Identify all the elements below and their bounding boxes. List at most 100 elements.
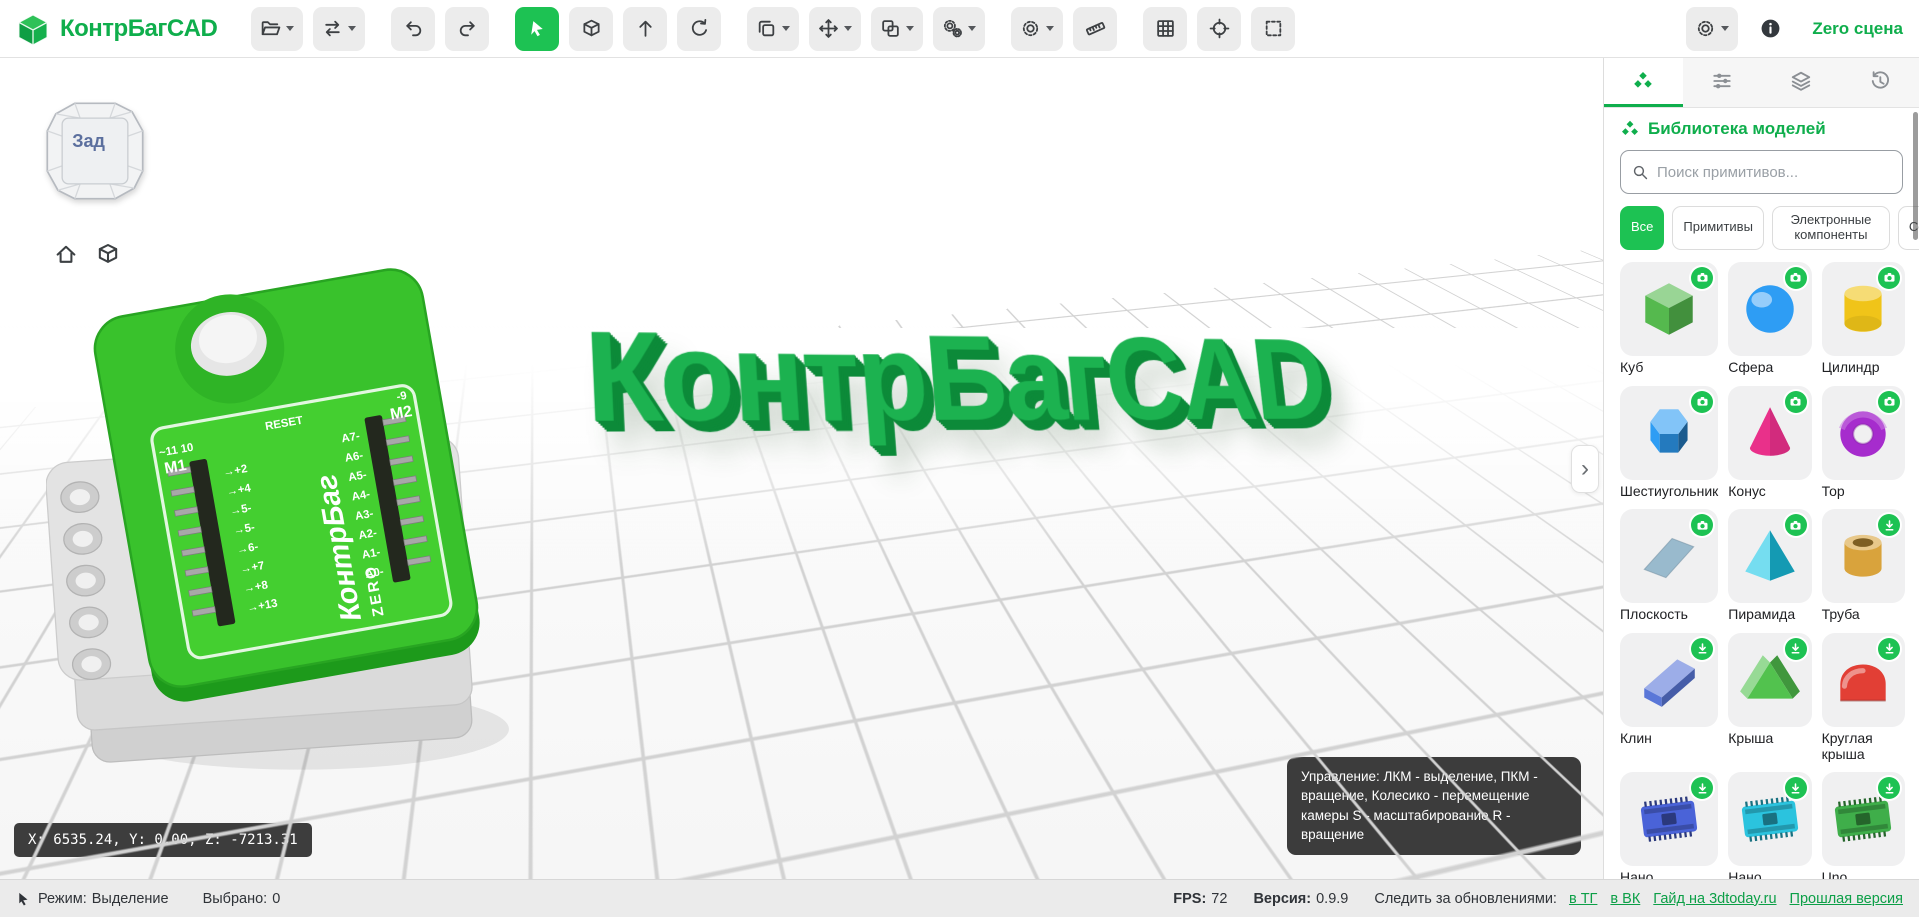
duplicate-button[interactable] [747, 6, 800, 51]
tab-model-library[interactable] [1604, 58, 1683, 107]
model-label: Куб [1620, 358, 1644, 375]
undo-icon [406, 21, 421, 37]
model-badge[interactable] [1878, 390, 1900, 413]
redo-icon [459, 21, 475, 37]
model-badge[interactable] [1878, 266, 1900, 289]
scene-3d-text[interactable]: КонтрБагCAD [582, 305, 1331, 449]
scene-settings-button[interactable] [1686, 6, 1739, 51]
model-label: Шестиугольник [1620, 482, 1719, 499]
model-library-sidebar: Библиотека моделей ВсеПримитивыЭлектронн… [1603, 58, 1919, 879]
model-card-10[interactable]: Клин [1620, 632, 1719, 762]
group-icon [882, 20, 900, 37]
gear-icon [1698, 20, 1714, 37]
duplicate-icon [759, 20, 775, 37]
center-view-button[interactable] [1197, 6, 1242, 51]
board-shape [1641, 796, 1698, 842]
camera-badge-icon [1790, 520, 1801, 530]
version-text: Версия: 0.9.9 [1253, 890, 1349, 907]
view-cube[interactable]: Зад [42, 98, 148, 204]
sidebar-scrollbar[interactable] [1913, 112, 1918, 240]
model-badge[interactable] [1691, 637, 1714, 660]
model-badge[interactable] [1691, 266, 1714, 289]
pull-tool-button[interactable] [623, 6, 668, 51]
model-card-5[interactable]: Конус [1728, 385, 1812, 500]
app-window: КонтрБагCAD Zero сцена Зад ~11 10 M1 RES… [0, 0, 1919, 917]
model-card-11[interactable]: Крыша [1728, 632, 1812, 762]
model-badge[interactable] [1878, 637, 1900, 660]
status-links: в ТГ в ВК Гайд на 3dtoday.ru Прошлая версия [1569, 891, 1903, 907]
model-badge[interactable] [1784, 777, 1807, 800]
settings-button[interactable] [1011, 6, 1064, 51]
caret-down-icon [782, 26, 791, 31]
model-card-14[interactable]: Нано [1728, 772, 1812, 879]
selected-count: Выбрано: 0 [202, 890, 281, 907]
undo-button[interactable] [391, 6, 436, 51]
status-link-4[interactable]: Прошлая версия [1790, 891, 1903, 907]
caret-down-icon [1721, 26, 1730, 31]
tab-properties[interactable] [1683, 58, 1762, 107]
board-m2-pins-label: -9 [396, 390, 408, 404]
model-badge[interactable] [1784, 637, 1807, 660]
model-card-6[interactable]: Тор [1821, 385, 1905, 500]
ruler-button[interactable] [1073, 6, 1118, 51]
search-input[interactable] [1657, 163, 1891, 181]
model-label: Труба [1821, 606, 1860, 623]
marquee-select-button[interactable] [1251, 6, 1296, 51]
info-button[interactable] [1748, 7, 1792, 51]
model-card-2[interactable]: Сфера [1728, 261, 1812, 376]
wedge-shape [1644, 659, 1695, 707]
model-card-4[interactable]: Шестиугольник [1620, 385, 1719, 500]
model-badge[interactable] [1784, 514, 1807, 537]
caret-down-icon [968, 26, 977, 31]
model-label: Цилиндр [1821, 358, 1880, 375]
filter-chip-1[interactable]: Все [1620, 206, 1665, 250]
model-card-13[interactable]: Нано [1620, 772, 1719, 879]
cursor-icon [19, 892, 28, 906]
tab-history[interactable] [1840, 58, 1919, 107]
models-icon [1634, 71, 1653, 88]
arrow-up-icon [639, 20, 652, 37]
status-link-1[interactable]: в ТГ [1569, 891, 1597, 907]
viewport-3d[interactable]: Зад ~11 10 M1 RESET -9 M2 →+2 →+4 →5- →5… [0, 58, 1603, 879]
group-button[interactable] [871, 6, 924, 51]
model-badge[interactable] [1691, 390, 1714, 413]
redo-button[interactable] [445, 6, 490, 51]
modifiers-button[interactable] [933, 6, 986, 51]
cursor-coordinates: X: 6535.24, Y: 0.00, Z: -7213.31 [14, 823, 312, 857]
open-project-button[interactable] [251, 6, 304, 51]
camera-badge-icon [1883, 273, 1895, 282]
model-card-12[interactable]: Круглая крыша [1821, 632, 1905, 762]
library-title: Библиотека моделей [1648, 119, 1826, 138]
download-badge-icon [1885, 782, 1893, 794]
history-icon [1871, 71, 1889, 89]
collapse-sidebar-button[interactable]: › [1571, 444, 1599, 493]
model-label: Нано [1728, 869, 1762, 879]
top-toolbar: КонтрБагCAD Zero сцена [0, 0, 1919, 58]
model-card-9[interactable]: Труба [1821, 509, 1905, 623]
model-badge[interactable] [1784, 390, 1807, 413]
rotate-tool-button[interactable] [677, 6, 722, 51]
controller-board-model[interactable]: ~11 10 M1 RESET -9 M2 →+2→+4→5-→5-→6-→+7… [46, 216, 528, 788]
box-tool-button[interactable] [569, 6, 614, 51]
model-badge[interactable] [1784, 266, 1807, 289]
model-label: Тор [1821, 482, 1845, 499]
status-link-2[interactable]: в ВК [1610, 891, 1640, 907]
tab-layers[interactable] [1762, 58, 1841, 107]
model-card-7[interactable]: Плоскость [1620, 509, 1719, 623]
view-cube-face-label: Зад [72, 131, 105, 151]
select-tool-button[interactable] [515, 6, 560, 51]
model-label: Конус [1728, 482, 1766, 499]
model-label: Нано [1620, 869, 1654, 879]
model-card-1[interactable]: Куб [1620, 261, 1719, 376]
download-badge-icon [1791, 782, 1800, 794]
camera-badge-icon [1697, 520, 1708, 530]
move-button[interactable] [809, 6, 862, 51]
import-export-button[interactable] [313, 6, 366, 51]
filter-chip-2[interactable]: Примитивы [1672, 206, 1764, 250]
model-card-15[interactable]: Uno [1821, 772, 1905, 879]
model-card-8[interactable]: Пирамида [1728, 509, 1812, 623]
filter-chip-3[interactable]: Электронные компоненты [1771, 206, 1890, 250]
toggle-grid-button[interactable] [1143, 6, 1188, 51]
model-card-3[interactable]: Цилиндр [1821, 261, 1905, 376]
status-link-3[interactable]: Гайд на 3dtoday.ru [1653, 891, 1776, 907]
